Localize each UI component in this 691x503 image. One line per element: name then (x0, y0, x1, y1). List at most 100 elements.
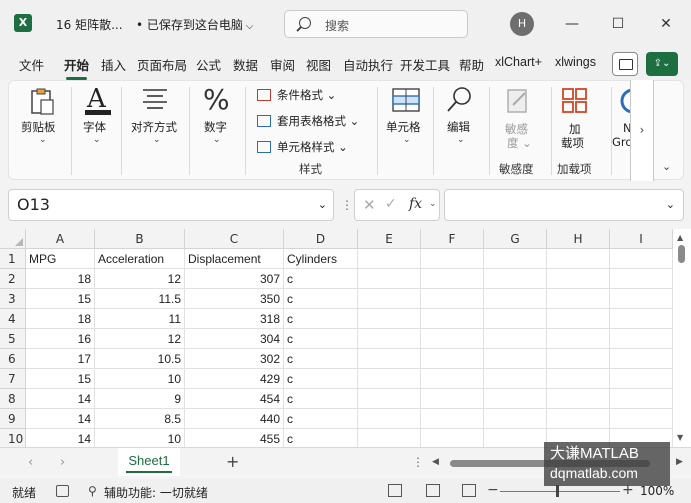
cell-i5[interactable] (610, 329, 673, 349)
cell-h2[interactable] (547, 269, 610, 289)
cell-f2[interactable] (421, 269, 484, 289)
cell-i6[interactable] (610, 349, 673, 369)
cell-b4[interactable]: 11 (95, 309, 185, 329)
row-header[interactable]: 8 (0, 389, 26, 409)
cell-c1[interactable]: Displacement (185, 249, 284, 269)
cell-d5[interactable]: c (284, 329, 358, 349)
column-header-c[interactable]: C (185, 229, 284, 249)
cell-h1[interactable] (547, 249, 610, 269)
cell-a4[interactable]: 18 (26, 309, 95, 329)
cell-i2[interactable] (610, 269, 673, 289)
minimize-button[interactable]: — (558, 10, 586, 38)
tab-xlchart[interactable]: xlChart+ (495, 55, 542, 69)
addins-icon[interactable] (561, 87, 589, 115)
cell-e2[interactable] (358, 269, 421, 289)
cell-i4[interactable] (610, 309, 673, 329)
enter-icon[interactable]: ✓ (385, 196, 397, 212)
cell-a8[interactable]: 14 (26, 389, 95, 409)
row-header[interactable]: 1 (0, 249, 26, 269)
user-avatar[interactable]: H (510, 12, 534, 36)
zoom-slider-track[interactable] (500, 491, 620, 492)
cell-d10[interactable]: c (284, 429, 358, 449)
column-header-d[interactable]: D (284, 229, 358, 249)
add-sheet-button[interactable]: + (226, 452, 239, 471)
font-label[interactable]: 字体 (83, 119, 106, 135)
tab-split-grip[interactable]: ⋮ (412, 455, 424, 469)
cell-i9[interactable] (610, 409, 673, 429)
share-button[interactable]: ⇪⌄ (646, 52, 678, 76)
cell-g4[interactable] (484, 309, 547, 329)
tab-data[interactable]: 数据 (233, 55, 258, 74)
column-header-e[interactable]: E (358, 229, 421, 249)
scroll-up-icon[interactable]: ▲ (677, 233, 683, 242)
row-header[interactable]: 9 (0, 409, 26, 429)
tab-file[interactable]: 文件 (19, 55, 44, 74)
cell-e8[interactable] (358, 389, 421, 409)
cell-b1[interactable]: Acceleration (95, 249, 185, 269)
cell-f7[interactable] (421, 369, 484, 389)
cell-d6[interactable]: c (284, 349, 358, 369)
cell-f3[interactable] (421, 289, 484, 309)
tab-view[interactable]: 视图 (306, 55, 331, 74)
zoom-out-button[interactable]: − (487, 482, 499, 498)
format-as-table-button[interactable]: 套用表格格式 ⌄ (257, 113, 359, 129)
saved-status[interactable]: • 已保存到这台电脑 ⌵ (136, 16, 254, 33)
cell-h3[interactable] (547, 289, 610, 309)
cancel-icon[interactable]: ✕ (363, 196, 376, 214)
select-all-corner[interactable] (0, 229, 26, 249)
row-header[interactable]: 6 (0, 349, 26, 369)
cell-g10[interactable] (484, 429, 547, 449)
cell-g2[interactable] (484, 269, 547, 289)
cell-b3[interactable]: 11.5 (95, 289, 185, 309)
scroll-right-icon[interactable]: ▶ (676, 457, 683, 467)
cell-a6[interactable]: 17 (26, 349, 95, 369)
cell-d4[interactable]: c (284, 309, 358, 329)
cell-c9[interactable]: 440 (185, 409, 284, 429)
cell-b7[interactable]: 10 (95, 369, 185, 389)
scroll-down-icon[interactable]: ▼ (677, 433, 683, 442)
accessibility-status[interactable]: 辅助功能: 一切就绪 (104, 484, 208, 501)
cell-styles-button[interactable]: 单元格样式 ⌄ (257, 139, 348, 155)
cell-h4[interactable] (547, 309, 610, 329)
cell-d7[interactable]: c (284, 369, 358, 389)
cell-a2[interactable]: 18 (26, 269, 95, 289)
cell-f8[interactable] (421, 389, 484, 409)
close-button[interactable]: ✕ (652, 10, 680, 38)
editing-search-icon[interactable] (445, 85, 475, 115)
column-header-f[interactable]: F (421, 229, 484, 249)
cell-d2[interactable]: c (284, 269, 358, 289)
cell-f5[interactable] (421, 329, 484, 349)
cell-a9[interactable]: 14 (26, 409, 95, 429)
cell-b8[interactable]: 9 (95, 389, 185, 409)
cell-i8[interactable] (610, 389, 673, 409)
tab-page-layout[interactable]: 页面布局 (137, 55, 187, 74)
cell-c8[interactable]: 454 (185, 389, 284, 409)
row-header[interactable]: 2 (0, 269, 26, 289)
number-label[interactable]: 数字 (204, 119, 227, 135)
normal-view-icon[interactable] (388, 484, 402, 497)
zoom-slider-thumb[interactable] (556, 485, 559, 497)
vertical-scroll-thumb[interactable] (678, 245, 685, 263)
cell-e10[interactable] (358, 429, 421, 449)
tab-automate[interactable]: 自动执行 (343, 55, 393, 74)
scroll-left-icon[interactable]: ◀ (432, 457, 439, 467)
column-header-g[interactable]: G (484, 229, 547, 249)
cell-e7[interactable] (358, 369, 421, 389)
tab-formulas[interactable]: 公式 (196, 55, 221, 74)
cell-c4[interactable]: 318 (185, 309, 284, 329)
row-header[interactable]: 10 (0, 429, 26, 449)
row-header[interactable]: 4 (0, 309, 26, 329)
cell-h9[interactable] (547, 409, 610, 429)
row-header[interactable]: 5 (0, 329, 26, 349)
editing-label[interactable]: 编辑 (447, 119, 470, 135)
cell-a3[interactable]: 15 (26, 289, 95, 309)
cell-f1[interactable] (421, 249, 484, 269)
cell-d8[interactable]: c (284, 389, 358, 409)
tab-developer[interactable]: 开发工具 (400, 55, 450, 74)
cell-h7[interactable] (547, 369, 610, 389)
cell-g1[interactable] (484, 249, 547, 269)
cell-g7[interactable] (484, 369, 547, 389)
addins-label-l2[interactable]: 载项 (561, 135, 584, 151)
sheet-tab-sheet1[interactable]: Sheet1 (118, 448, 180, 476)
cell-c5[interactable]: 304 (185, 329, 284, 349)
